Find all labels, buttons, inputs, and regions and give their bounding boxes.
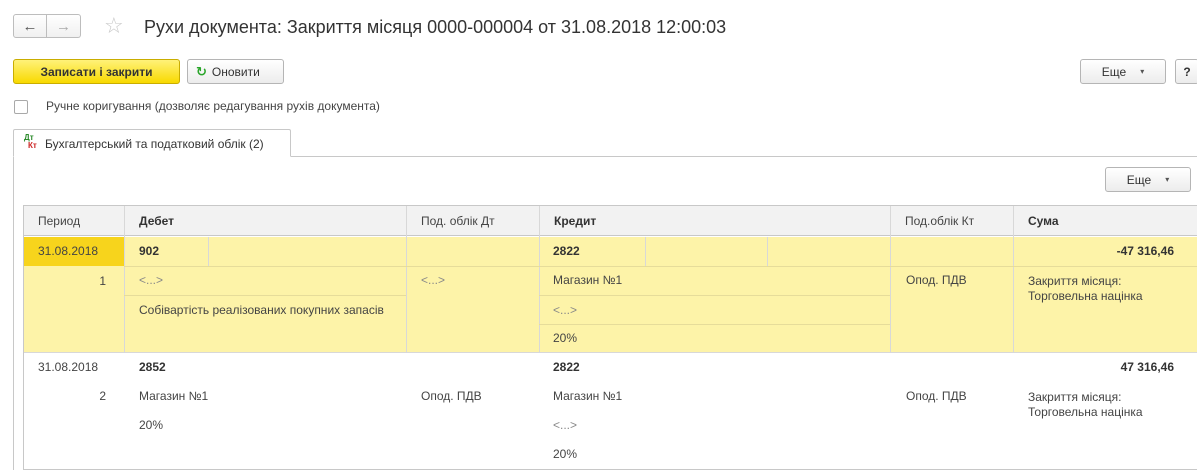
column-header-sum[interactable]: Сума (1014, 206, 1197, 236)
row1-credit-sub2: <...> (553, 303, 578, 317)
row2-content: Закриття місяця: Торговельна націнка (1028, 390, 1143, 419)
row2-credit-tax: Опод. ПДВ (906, 389, 967, 403)
forward-button[interactable]: → (47, 14, 81, 38)
row2-debit-sub2: 20% (139, 418, 164, 432)
more-label: Еще (1126, 172, 1152, 187)
chevron-down-icon: ▾ (1140, 67, 1145, 76)
row1-credit-tax: Опод. ПДВ (906, 273, 967, 287)
column-header-credit[interactable]: Кредит (540, 206, 890, 236)
row1-sum: -47 316,46 (1116, 244, 1174, 258)
movements-table[interactable]: Период Дебет Под. облік Дт Кредит Под.об… (23, 205, 1197, 470)
column-divider (539, 206, 540, 353)
page-title: Рухи документа: Закриття місяця 0000-000… (144, 17, 727, 37)
column-header-debit[interactable]: Дебет (125, 206, 405, 236)
column-divider (406, 206, 407, 353)
debit-credit-icon: Дт Кт (24, 133, 37, 150)
row1-debit-tax: <...> (421, 273, 446, 287)
column-divider (124, 206, 125, 353)
row1-debit-account: 902 (139, 244, 160, 258)
row2-number: 2 (99, 389, 106, 403)
chevron-down-icon: ▾ (1165, 175, 1170, 184)
refresh-button[interactable]: ↻ Оновити (187, 59, 284, 84)
subcell-divider (208, 237, 209, 266)
row2-credit-account: 2822 (553, 360, 580, 374)
arrow-right-icon: → (56, 17, 71, 35)
column-divider (1013, 206, 1014, 353)
row1-period: 31.08.2018 (38, 244, 99, 258)
row1-credit-sub1: Магазин №1 (553, 273, 623, 287)
tab-label: Бухгалтерський та податковий облік (2) (45, 137, 264, 151)
row2-debit-account: 2852 (139, 360, 166, 374)
favorite-star-icon[interactable]: ☆ (104, 13, 124, 39)
column-header-debit-tax[interactable]: Под. облік Дт (407, 206, 539, 236)
row2-credit-sub2: <...> (553, 418, 578, 432)
arrow-left-icon: ← (22, 17, 38, 35)
table-header: Период Дебет Под. облік Дт Кредит Под.об… (24, 206, 1197, 236)
refresh-label: Оновити (211, 64, 260, 79)
row1-credit-account: 2822 (553, 244, 580, 258)
row2-period: 31.08.2018 (38, 360, 99, 374)
help-button[interactable]: ? (1175, 59, 1197, 84)
column-header-period[interactable]: Период (24, 206, 124, 236)
manual-edit-checkbox[interactable] (14, 100, 28, 114)
row2-credit-sub3: 20% (553, 447, 578, 461)
tab-accounting[interactable]: Дт Кт Бухгалтерський та податковий облік… (13, 129, 291, 157)
more-menu-button[interactable]: Еще ▾ (1080, 59, 1166, 84)
row-divider (539, 324, 890, 325)
row2-debit-tax: Опод. ПДВ (421, 389, 482, 403)
manual-edit-label[interactable]: Ручне коригування (дозволяє редагування … (46, 99, 380, 113)
tab-panel-border (13, 157, 14, 470)
row2-debit-sub1: Магазин №1 (139, 389, 209, 403)
save-and-close-button[interactable]: Записати і закрити (13, 59, 180, 84)
subcell-divider (767, 237, 768, 266)
row1-credit-sub3: 20% (553, 331, 578, 345)
row-divider (539, 295, 890, 296)
back-button[interactable]: ← (13, 14, 47, 38)
refresh-icon: ↻ (196, 63, 207, 79)
more-label: Еще (1101, 64, 1127, 79)
table-more-menu-button[interactable]: Еще ▾ (1105, 167, 1191, 192)
row-divider (124, 295, 406, 296)
row1-debit-sub2: Собівартість реалізованих покупних запас… (139, 303, 384, 317)
row2-sum: 47 316,46 (1120, 360, 1174, 374)
row1-content: Закриття місяця: Торговельна націнка (1028, 274, 1143, 303)
row1-debit-sub1: <...> (139, 273, 164, 287)
row2-credit-sub1: Магазин №1 (553, 389, 623, 403)
subcell-divider (645, 237, 646, 266)
row-divider (124, 266, 1197, 267)
row1-number: 1 (99, 274, 106, 288)
column-header-credit-tax[interactable]: Под.облік Кт (891, 206, 1013, 236)
column-divider (890, 206, 891, 353)
